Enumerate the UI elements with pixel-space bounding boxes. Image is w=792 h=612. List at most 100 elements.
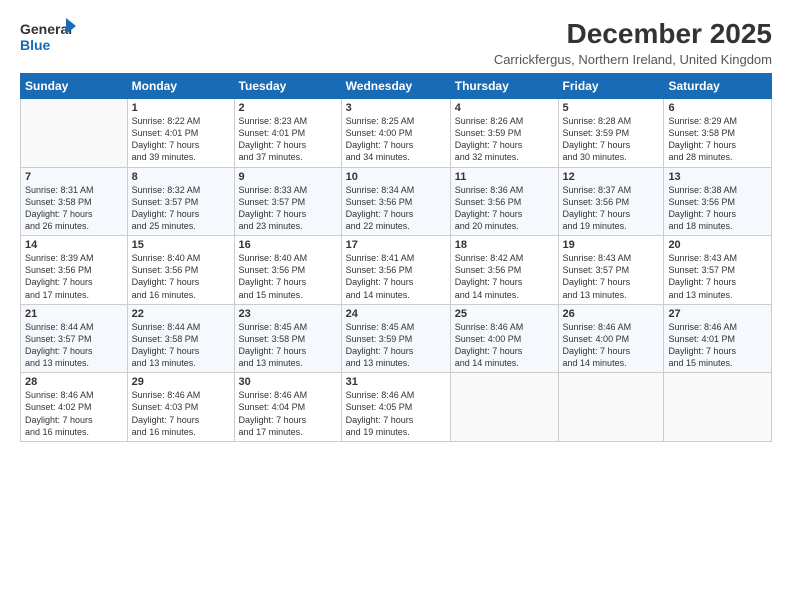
calendar-cell: 28Sunrise: 8:46 AM Sunset: 4:02 PM Dayli… (21, 373, 128, 442)
calendar-cell: 12Sunrise: 8:37 AM Sunset: 3:56 PM Dayli… (558, 167, 664, 236)
cell-info: Sunrise: 8:46 AM Sunset: 4:05 PM Dayligh… (346, 389, 446, 438)
calendar-cell: 15Sunrise: 8:40 AM Sunset: 3:56 PM Dayli… (127, 236, 234, 305)
calendar-cell: 2Sunrise: 8:23 AM Sunset: 4:01 PM Daylig… (234, 99, 341, 168)
calendar-cell: 1Sunrise: 8:22 AM Sunset: 4:01 PM Daylig… (127, 99, 234, 168)
calendar-cell: 26Sunrise: 8:46 AM Sunset: 4:00 PM Dayli… (558, 304, 664, 373)
calendar-cell: 6Sunrise: 8:29 AM Sunset: 3:58 PM Daylig… (664, 99, 772, 168)
calendar-cell: 23Sunrise: 8:45 AM Sunset: 3:58 PM Dayli… (234, 304, 341, 373)
month-title: December 2025 (494, 18, 772, 50)
cell-info: Sunrise: 8:36 AM Sunset: 3:56 PM Dayligh… (455, 184, 554, 233)
title-block: December 2025 Carrickfergus, Northern Ir… (494, 18, 772, 67)
header: GeneralBlue December 2025 Carrickfergus,… (20, 18, 772, 67)
cell-info: Sunrise: 8:25 AM Sunset: 4:00 PM Dayligh… (346, 115, 446, 164)
cell-info: Sunrise: 8:46 AM Sunset: 4:02 PM Dayligh… (25, 389, 123, 438)
day-number: 27 (668, 308, 767, 320)
cell-info: Sunrise: 8:34 AM Sunset: 3:56 PM Dayligh… (346, 184, 446, 233)
calendar-cell: 16Sunrise: 8:40 AM Sunset: 3:56 PM Dayli… (234, 236, 341, 305)
day-number: 6 (668, 102, 767, 114)
day-number: 28 (25, 376, 123, 388)
day-number: 1 (132, 102, 230, 114)
calendar-cell (21, 99, 128, 168)
cell-info: Sunrise: 8:33 AM Sunset: 3:57 PM Dayligh… (239, 184, 337, 233)
day-number: 21 (25, 308, 123, 320)
cell-info: Sunrise: 8:22 AM Sunset: 4:01 PM Dayligh… (132, 115, 230, 164)
calendar-cell: 18Sunrise: 8:42 AM Sunset: 3:56 PM Dayli… (450, 236, 558, 305)
day-number: 31 (346, 376, 446, 388)
day-number: 2 (239, 102, 337, 114)
weekday-header: Tuesday (234, 74, 341, 99)
svg-text:General: General (20, 21, 72, 37)
cell-info: Sunrise: 8:29 AM Sunset: 3:58 PM Dayligh… (668, 115, 767, 164)
day-number: 11 (455, 171, 554, 183)
calendar-cell: 29Sunrise: 8:46 AM Sunset: 4:03 PM Dayli… (127, 373, 234, 442)
calendar-cell: 10Sunrise: 8:34 AM Sunset: 3:56 PM Dayli… (341, 167, 450, 236)
cell-info: Sunrise: 8:46 AM Sunset: 4:04 PM Dayligh… (239, 389, 337, 438)
calendar-cell: 3Sunrise: 8:25 AM Sunset: 4:00 PM Daylig… (341, 99, 450, 168)
day-number: 29 (132, 376, 230, 388)
weekday-header: Monday (127, 74, 234, 99)
calendar-cell: 19Sunrise: 8:43 AM Sunset: 3:57 PM Dayli… (558, 236, 664, 305)
cell-info: Sunrise: 8:45 AM Sunset: 3:58 PM Dayligh… (239, 321, 337, 370)
day-number: 4 (455, 102, 554, 114)
cell-info: Sunrise: 8:46 AM Sunset: 4:00 PM Dayligh… (563, 321, 660, 370)
calendar-cell: 14Sunrise: 8:39 AM Sunset: 3:56 PM Dayli… (21, 236, 128, 305)
cell-info: Sunrise: 8:26 AM Sunset: 3:59 PM Dayligh… (455, 115, 554, 164)
cell-info: Sunrise: 8:32 AM Sunset: 3:57 PM Dayligh… (132, 184, 230, 233)
day-number: 24 (346, 308, 446, 320)
day-number: 22 (132, 308, 230, 320)
svg-text:Blue: Blue (20, 37, 51, 53)
day-number: 10 (346, 171, 446, 183)
day-number: 25 (455, 308, 554, 320)
cell-info: Sunrise: 8:40 AM Sunset: 3:56 PM Dayligh… (132, 252, 230, 301)
day-number: 5 (563, 102, 660, 114)
calendar-cell: 25Sunrise: 8:46 AM Sunset: 4:00 PM Dayli… (450, 304, 558, 373)
logo-svg: GeneralBlue (20, 18, 80, 54)
calendar-cell: 17Sunrise: 8:41 AM Sunset: 3:56 PM Dayli… (341, 236, 450, 305)
day-number: 15 (132, 239, 230, 251)
calendar-cell: 13Sunrise: 8:38 AM Sunset: 3:56 PM Dayli… (664, 167, 772, 236)
calendar-cell (558, 373, 664, 442)
calendar-cell: 24Sunrise: 8:45 AM Sunset: 3:59 PM Dayli… (341, 304, 450, 373)
cell-info: Sunrise: 8:46 AM Sunset: 4:01 PM Dayligh… (668, 321, 767, 370)
calendar-cell: 7Sunrise: 8:31 AM Sunset: 3:58 PM Daylig… (21, 167, 128, 236)
logo: GeneralBlue (20, 18, 80, 54)
calendar-cell (664, 373, 772, 442)
day-number: 3 (346, 102, 446, 114)
cell-info: Sunrise: 8:44 AM Sunset: 3:58 PM Dayligh… (132, 321, 230, 370)
cell-info: Sunrise: 8:38 AM Sunset: 3:56 PM Dayligh… (668, 184, 767, 233)
calendar-cell: 21Sunrise: 8:44 AM Sunset: 3:57 PM Dayli… (21, 304, 128, 373)
calendar-week-row: 28Sunrise: 8:46 AM Sunset: 4:02 PM Dayli… (21, 373, 772, 442)
calendar-cell: 31Sunrise: 8:46 AM Sunset: 4:05 PM Dayli… (341, 373, 450, 442)
day-number: 14 (25, 239, 123, 251)
cell-info: Sunrise: 8:40 AM Sunset: 3:56 PM Dayligh… (239, 252, 337, 301)
calendar-week-row: 14Sunrise: 8:39 AM Sunset: 3:56 PM Dayli… (21, 236, 772, 305)
page: GeneralBlue December 2025 Carrickfergus,… (0, 0, 792, 612)
cell-info: Sunrise: 8:39 AM Sunset: 3:56 PM Dayligh… (25, 252, 123, 301)
calendar: SundayMondayTuesdayWednesdayThursdayFrid… (20, 73, 772, 442)
cell-info: Sunrise: 8:46 AM Sunset: 4:03 PM Dayligh… (132, 389, 230, 438)
cell-info: Sunrise: 8:42 AM Sunset: 3:56 PM Dayligh… (455, 252, 554, 301)
day-number: 20 (668, 239, 767, 251)
calendar-cell: 9Sunrise: 8:33 AM Sunset: 3:57 PM Daylig… (234, 167, 341, 236)
cell-info: Sunrise: 8:41 AM Sunset: 3:56 PM Dayligh… (346, 252, 446, 301)
calendar-cell: 20Sunrise: 8:43 AM Sunset: 3:57 PM Dayli… (664, 236, 772, 305)
day-number: 26 (563, 308, 660, 320)
day-number: 17 (346, 239, 446, 251)
day-number: 12 (563, 171, 660, 183)
calendar-cell: 27Sunrise: 8:46 AM Sunset: 4:01 PM Dayli… (664, 304, 772, 373)
day-number: 9 (239, 171, 337, 183)
calendar-cell: 5Sunrise: 8:28 AM Sunset: 3:59 PM Daylig… (558, 99, 664, 168)
day-number: 16 (239, 239, 337, 251)
cell-info: Sunrise: 8:31 AM Sunset: 3:58 PM Dayligh… (25, 184, 123, 233)
day-number: 19 (563, 239, 660, 251)
day-number: 18 (455, 239, 554, 251)
calendar-cell: 4Sunrise: 8:26 AM Sunset: 3:59 PM Daylig… (450, 99, 558, 168)
day-number: 30 (239, 376, 337, 388)
cell-info: Sunrise: 8:23 AM Sunset: 4:01 PM Dayligh… (239, 115, 337, 164)
location: Carrickfergus, Northern Ireland, United … (494, 52, 772, 67)
calendar-cell: 30Sunrise: 8:46 AM Sunset: 4:04 PM Dayli… (234, 373, 341, 442)
calendar-cell: 8Sunrise: 8:32 AM Sunset: 3:57 PM Daylig… (127, 167, 234, 236)
calendar-cell: 22Sunrise: 8:44 AM Sunset: 3:58 PM Dayli… (127, 304, 234, 373)
calendar-week-row: 7Sunrise: 8:31 AM Sunset: 3:58 PM Daylig… (21, 167, 772, 236)
cell-info: Sunrise: 8:43 AM Sunset: 3:57 PM Dayligh… (563, 252, 660, 301)
